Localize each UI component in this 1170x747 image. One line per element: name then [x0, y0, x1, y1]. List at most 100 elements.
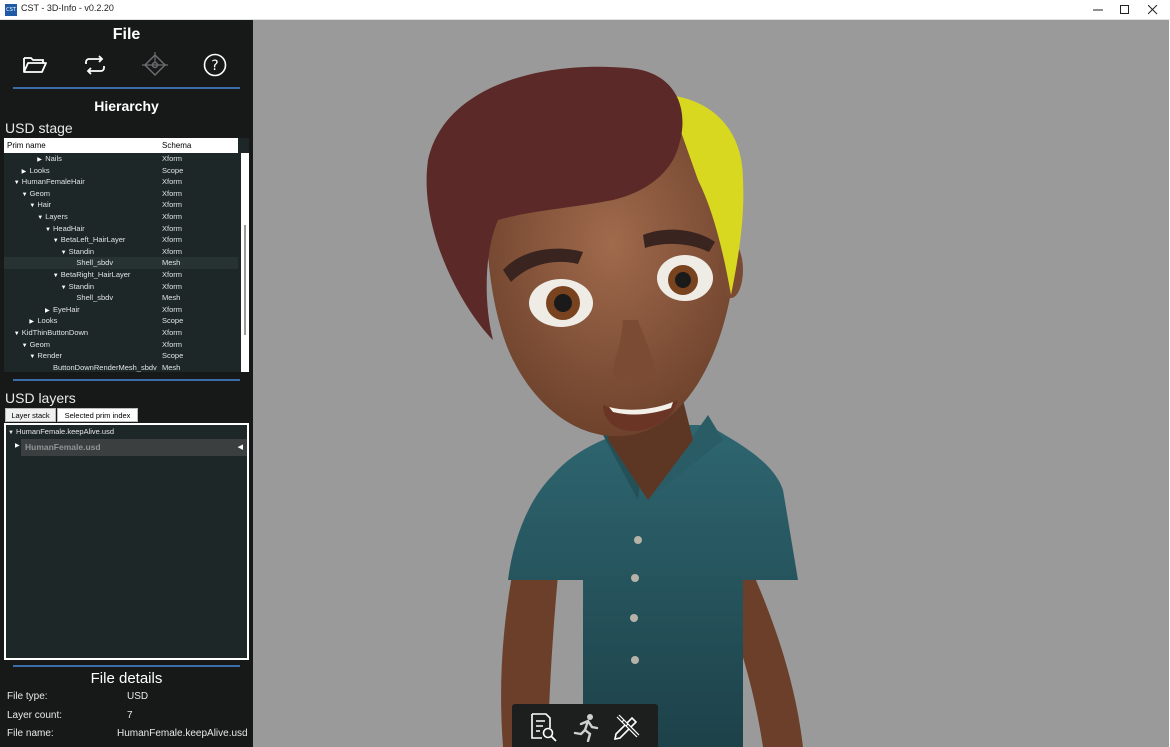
3d-viewport[interactable]	[253, 20, 1169, 747]
prim-name: Layers	[45, 211, 68, 221]
tree-row[interactable]: Shell_sbdv Mesh	[4, 292, 238, 304]
tree-row-label: ▼ Geom	[22, 189, 50, 198]
folder-open-icon[interactable]	[22, 52, 48, 78]
column-schema[interactable]: Schema	[162, 141, 191, 150]
help-icon[interactable]: ?	[202, 52, 228, 78]
prim-schema: Xform	[162, 304, 183, 314]
tree-row[interactable]: ▼ HeadHair Xform	[4, 223, 238, 235]
prim-schema: Mesh	[162, 258, 181, 268]
tree-row-label: ▼ HumanFemaleHair	[14, 177, 85, 186]
reload-icon[interactable]	[82, 52, 108, 78]
left-panel: File ? Hierarchy USD stage Prim name Sch…	[0, 20, 253, 747]
tree-row-label: Shell_sbdv	[68, 293, 113, 302]
collapse-arrow-icon[interactable]: ▶	[37, 156, 45, 163]
hierarchy-title: Hierarchy	[94, 98, 159, 114]
tree-row[interactable]: ▼ Render Scope	[4, 350, 238, 362]
expand-arrow-icon[interactable]: ▼	[14, 331, 22, 337]
tree-row[interactable]: ▶ EyeHair Xform	[4, 304, 238, 316]
tree-item-sub-layer[interactable]: HumanFemale.usd ◀	[21, 439, 247, 456]
tree-row-label: ▼ BetaLeft_HairLayer	[53, 235, 126, 244]
layer-stack-tree[interactable]: ▼ HumanFemale.keepAlive.usd ▶ HumanFemal…	[4, 423, 249, 660]
prim-schema: Xform	[162, 281, 183, 291]
tree-row[interactable]: ▼ Standin Xform	[4, 281, 238, 293]
tab-selected-prim-index[interactable]: Selected prim index	[57, 408, 138, 422]
tree-row[interactable]: ▼ BetaRight_HairLayer Xform	[4, 269, 238, 281]
prim-name: Shell_sbdv	[76, 258, 114, 268]
chevron-left-icon[interactable]: ◀	[238, 439, 243, 456]
divider	[13, 379, 240, 381]
tree-row-label: ▼ Layers	[37, 212, 68, 221]
prim-name: Standin	[68, 281, 95, 291]
tree-row[interactable]: ▼ BetaLeft_HairLayer Xform	[4, 234, 238, 246]
tree-row[interactable]: ▼ Geom Xform	[4, 188, 238, 200]
prim-schema: Xform	[162, 200, 183, 210]
expand-arrow-icon[interactable]: ▼	[61, 250, 69, 256]
tree-row[interactable]: ▼ KidThinButtonDown Xform	[4, 327, 238, 339]
collapse-arrow-icon[interactable]: ▶	[45, 307, 53, 314]
root-layer-name: HumanFemale.keepAlive.usd	[16, 427, 115, 436]
prim-name: Geom	[29, 188, 51, 198]
prim-name: EyeHair	[53, 304, 80, 314]
tree-row[interactable]: ▶ Looks Scope	[4, 165, 238, 177]
sub-layer-name: HumanFemale.usd	[25, 442, 101, 452]
expand-arrow-icon[interactable]: ▼	[61, 285, 69, 291]
tree-row-label: ▼ Geom	[22, 340, 50, 349]
prim-schema: Xform	[162, 327, 183, 337]
tree-row-label: ▶ Looks	[22, 166, 50, 175]
tree-row[interactable]: ▼ Standin Xform	[4, 246, 238, 258]
prim-schema: Xform	[162, 211, 183, 221]
expand-arrow-icon[interactable]: ▼	[14, 180, 22, 186]
prim-name: HeadHair	[53, 223, 85, 233]
expand-arrow-icon[interactable]: ▼	[37, 215, 45, 221]
scrollbar-thumb[interactable]	[244, 225, 246, 335]
collapse-arrow-icon[interactable]: ▶	[22, 168, 30, 175]
prim-name: Looks	[37, 316, 58, 326]
prim-schema: Xform	[162, 177, 183, 187]
tree-row[interactable]: Shell_sbdv Mesh	[4, 257, 238, 269]
expand-arrow-icon[interactable]: ▼	[22, 343, 30, 349]
window-title: CST - 3D-Info - v0.2.20	[21, 3, 114, 13]
tree-row[interactable]: ▼ Geom Xform	[4, 339, 238, 351]
prim-schema: Xform	[162, 188, 183, 198]
tree-row[interactable]: ▼ Hair Xform	[4, 199, 238, 211]
collapse-arrow-icon[interactable]: ▶	[15, 442, 20, 449]
tree-row[interactable]: ▶ Nails Xform	[4, 153, 238, 165]
expand-arrow-icon[interactable]: ▼	[22, 192, 30, 198]
prim-name: KidThinButtonDown	[21, 327, 89, 337]
inspect-document-icon[interactable]	[528, 712, 558, 742]
animation-icon[interactable]	[570, 712, 600, 743]
usd-graph-icon[interactable]	[142, 52, 168, 78]
prim-schema: Xform	[162, 154, 183, 163]
column-prim-name[interactable]: Prim name	[7, 141, 46, 150]
tree-row-label: ▶ Looks	[29, 316, 57, 325]
prim-schema: Scope	[162, 165, 184, 175]
tree-row[interactable]: ButtonDownRenderMesh_sbdv Mesh	[4, 362, 238, 372]
window-titlebar: CST CST - 3D-Info - v0.2.20	[0, 0, 1170, 20]
prim-name: Render	[37, 351, 62, 361]
prim-schema: Xform	[162, 223, 183, 233]
svg-text:?: ?	[211, 58, 218, 74]
usd-layers-label: USD layers	[5, 390, 76, 406]
tree-item-root-layer[interactable]: ▼ HumanFemale.keepAlive.usd	[8, 427, 114, 436]
stage-tree[interactable]: Prim name Schema ▶ Nails Xform ▶ Looks Scope ▼…	[4, 138, 249, 372]
prim-schema: Xform	[162, 339, 183, 349]
expand-arrow-icon[interactable]: ▼	[53, 238, 61, 244]
tree-row[interactable]: ▶ Looks Scope	[4, 315, 238, 327]
viewport-toolbar	[512, 704, 658, 747]
expand-arrow-icon[interactable]: ▼	[45, 227, 53, 233]
prim-name: ButtonDownRenderMesh_sbdv	[53, 362, 157, 372]
divider	[13, 665, 240, 667]
expand-arrow-icon[interactable]: ▼	[53, 273, 61, 279]
prim-schema: Xform	[162, 246, 183, 256]
expand-arrow-icon[interactable]: ▼	[8, 430, 14, 436]
prim-name: Hair	[37, 200, 52, 210]
app-icon: CST	[5, 4, 17, 16]
close-icon[interactable]	[1136, 0, 1170, 20]
tree-row[interactable]: ▼ HumanFemaleHair Xform	[4, 176, 238, 188]
edit-tools-icon[interactable]	[612, 712, 642, 742]
tree-row[interactable]: ▼ Layers Xform	[4, 211, 238, 223]
tab-layer-stack[interactable]: Layer stack	[5, 408, 56, 422]
file-name-label: File name:	[7, 728, 54, 739]
prim-name: BetaLeft_HairLayer	[60, 235, 126, 245]
stage-scrollbar[interactable]	[241, 153, 249, 372]
